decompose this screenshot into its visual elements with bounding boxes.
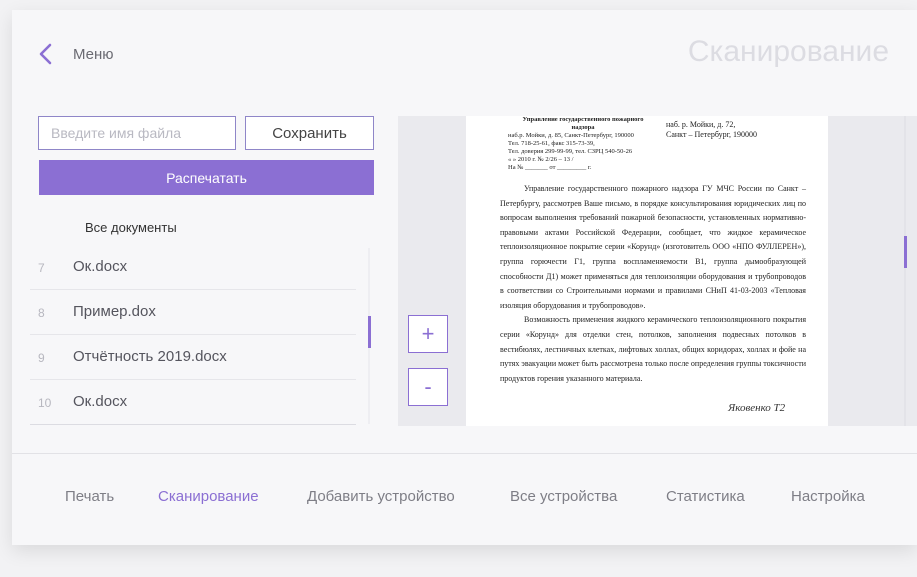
nav-scanning[interactable]: Сканирование: [158, 488, 259, 505]
signature: Яковенко Т2: [728, 402, 786, 414]
list-item-name: Пример.dox: [73, 303, 156, 320]
list-item-name: Отчётность 2019.docx: [73, 348, 227, 365]
list-item-name: Ок.docx: [73, 258, 128, 275]
sender-address-line: наб.р. Мойки, д. 85, Санкт-Петербург, 19…: [508, 132, 634, 139]
letter-recipient-block: наб. р. Мойки, д. 72, Санкт – Петербург,…: [666, 120, 757, 140]
zoom-out-button[interactable]: -: [408, 368, 448, 406]
documents-title: Все документы: [85, 220, 177, 235]
sender-address-line: Тел. 718-25-61, факс 315-73-39,: [508, 140, 595, 147]
back-menu-link[interactable]: Меню: [73, 46, 114, 63]
bottom-navigation: Печать Сканирование Добавить устройство …: [12, 488, 917, 512]
document-list: 7 Ок.docx 8 Пример.dox 9 Отчётность 2019…: [30, 245, 356, 425]
list-item[interactable]: 7 Ок.docx: [30, 245, 356, 290]
sender-org-line: надзора: [571, 124, 595, 131]
nav-print[interactable]: Печать: [65, 488, 114, 505]
chevron-left-icon[interactable]: [36, 42, 58, 66]
list-item[interactable]: 9 Отчётность 2019.docx: [30, 335, 356, 380]
app-window: Меню Сканирование Сохранить Распечатать …: [12, 10, 917, 545]
preview-scrollbar-track[interactable]: [904, 116, 906, 426]
list-item-number: 9: [38, 351, 45, 365]
letter-body: Управление государственного пожарного на…: [500, 182, 806, 386]
list-scrollbar-thumb[interactable]: [368, 316, 371, 348]
list-item-number: 8: [38, 306, 45, 320]
letter-sender-block: Управление государственного пожарного на…: [508, 116, 658, 172]
sender-address-line: Тел. доверия 299-99-99, тел. СЗРЦ 540-50…: [508, 148, 633, 155]
nav-settings[interactable]: Настройка: [791, 488, 865, 505]
recipient-line: Санкт – Петербург, 190000: [666, 130, 757, 139]
nav-all-devices[interactable]: Все устройства: [510, 488, 617, 505]
header: Меню Сканирование: [12, 10, 917, 90]
nav-add-device[interactable]: Добавить устройство: [307, 488, 455, 505]
zoom-in-button[interactable]: +: [408, 315, 448, 353]
list-item[interactable]: 8 Пример.dox: [30, 290, 356, 335]
list-item-name: Ок.docx: [73, 393, 128, 410]
recipient-line: наб. р. Мойки, д. 72,: [666, 120, 736, 129]
list-item-number: 10: [38, 396, 52, 410]
letter-paragraph: Возможность применения жидкого керамичес…: [500, 315, 806, 383]
letter-ref-line: На № _______ от _________ г.: [508, 164, 592, 171]
page-title: Сканирование: [687, 35, 889, 68]
preview-scrollbar-thumb[interactable]: [904, 236, 907, 268]
list-item[interactable]: 10 Ок.docx: [30, 380, 356, 425]
letter-paragraph: Управление государственного пожарного на…: [500, 184, 806, 310]
save-button[interactable]: Сохранить: [245, 116, 374, 150]
list-item-number: 7: [38, 261, 45, 275]
letter-date-line: « » 2010 г. № 2/26 – 13 /: [508, 156, 574, 163]
print-button[interactable]: Распечатать: [39, 160, 374, 195]
filename-input[interactable]: [38, 116, 236, 150]
sender-org-line: Управление государственного пожарного: [522, 116, 644, 123]
nav-statistics[interactable]: Статистика: [666, 488, 745, 505]
scanned-document: Управление государственного пожарного на…: [466, 116, 828, 426]
divider: [12, 453, 917, 454]
